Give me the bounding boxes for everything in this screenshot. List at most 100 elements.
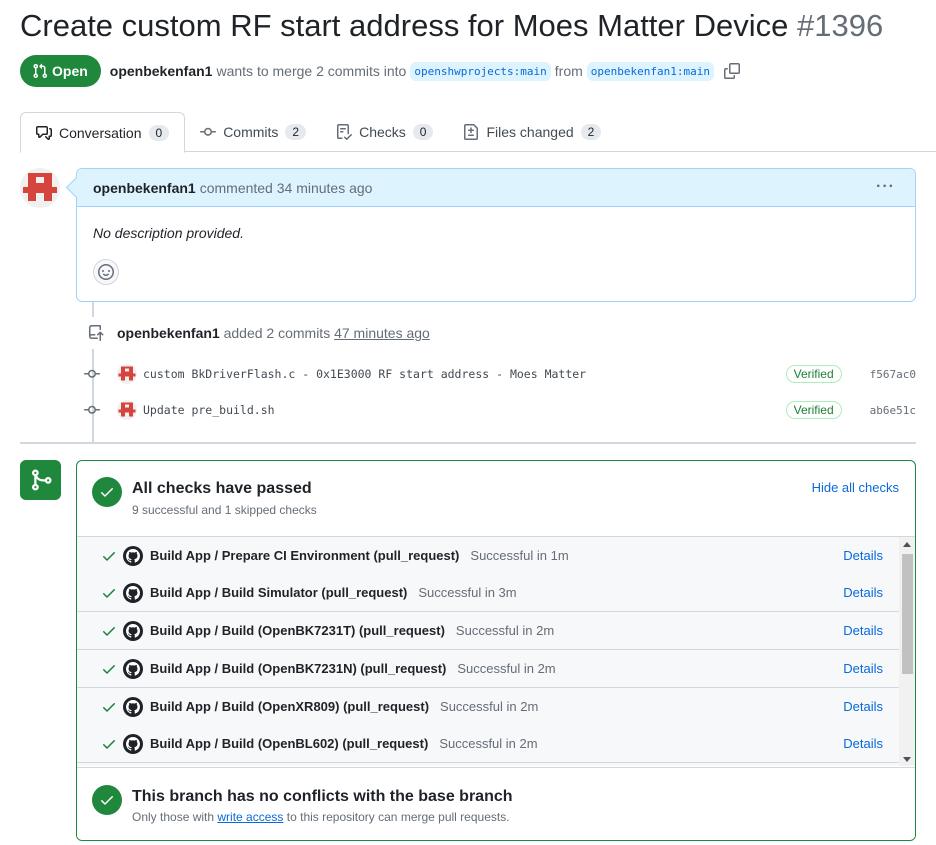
git-commit-icon <box>80 402 104 418</box>
pr-state-row: Open openbekenfan1 wants to merge 2 comm… <box>20 55 741 87</box>
tab-counter: 2 <box>580 124 602 140</box>
git-commit-icon <box>80 366 104 382</box>
commit-message[interactable]: Update pre_build.sh <box>143 403 786 417</box>
event-text: openbekenfan1 added 2 commits 47 minutes… <box>117 325 430 341</box>
commits-event: openbekenfan1 added 2 commits 47 minutes… <box>80 317 430 349</box>
kebab-horizontal-icon[interactable]: ··· <box>876 178 895 196</box>
add-reaction-button[interactable] <box>93 259 119 285</box>
tab-label: Conversation <box>59 124 142 141</box>
tab-counter: 0 <box>148 124 170 141</box>
scroll-down-icon[interactable] <box>903 757 911 762</box>
no-conflicts-section: This branch has no conflicts with the ba… <box>77 767 915 840</box>
check-icon <box>101 623 117 639</box>
base-branch[interactable]: openshwprojects:main <box>410 61 551 81</box>
avatar[interactable] <box>117 400 137 420</box>
check-icon <box>101 585 117 601</box>
conflict-sub-text-2: to this repository can merge pull reques… <box>286 810 510 824</box>
comment-box: openbekenfan1 commented 34 minutes ago ·… <box>76 168 916 302</box>
check-details-link[interactable]: Details <box>843 623 883 638</box>
state-badge: Open <box>20 55 101 87</box>
check-status: Successful in 2m <box>455 623 555 638</box>
commit-row: Update pre_build.sh Verified ab6e51c <box>80 398 916 422</box>
merge-box: All checks have passed 9 successful and … <box>76 460 916 841</box>
check-icon <box>101 548 117 564</box>
scroll-up-icon[interactable] <box>903 542 911 547</box>
comment-body: No description provided. <box>93 225 244 241</box>
checks-list[interactable]: Build App / Prepare CI Environment (pull… <box>77 536 915 766</box>
check-name: Build App / Build (OpenBL602) (pull_requ… <box>150 736 429 751</box>
check-details-link[interactable]: Details <box>843 585 883 600</box>
comment-meta[interactable]: commented 34 minutes ago <box>200 180 373 196</box>
commit-sha[interactable]: ab6e51c <box>870 404 916 417</box>
tab-counter: 2 <box>285 124 307 140</box>
check-circle-icon <box>92 477 122 507</box>
tab-checks[interactable]: Checks 0 <box>321 112 448 152</box>
check-status: Successful in 3m <box>418 585 517 600</box>
check-row: Build App / Prepare CI Environment (pull… <box>77 537 899 575</box>
repo-push-icon <box>80 317 112 349</box>
conflict-title: This branch has no conflicts with the ba… <box>132 788 513 805</box>
check-status: Successful in 2m <box>440 699 539 714</box>
github-actions-icon <box>123 696 143 717</box>
check-name: Build App / Build Simulator (pull_reques… <box>150 585 408 600</box>
tab-label: Checks <box>359 124 406 140</box>
git-commit-icon <box>200 127 217 136</box>
tab-commits[interactable]: Commits 2 <box>185 112 321 152</box>
check-details-link[interactable]: Details <box>843 661 883 676</box>
checks-subtitle: 9 successful and 1 skipped checks <box>132 503 317 517</box>
copy-icon[interactable] <box>724 63 741 79</box>
check-details-link[interactable]: Details <box>843 699 883 714</box>
check-row: Build App / Build Simulator (pull_reques… <box>77 574 899 612</box>
checks-title: All checks have passed <box>132 480 312 497</box>
check-details-link[interactable]: Details <box>843 736 883 751</box>
checks-scrollbar[interactable] <box>899 537 915 766</box>
github-actions-icon <box>123 620 143 641</box>
check-row: Build App / Build (OpenBK7231N) (pull_re… <box>77 650 899 688</box>
comment-discussion-icon <box>36 125 52 140</box>
tab-files-changed[interactable]: Files changed 2 <box>448 112 616 152</box>
write-access-link[interactable]: write access <box>217 810 283 824</box>
comment-author[interactable]: openbekenfan1 <box>93 180 196 196</box>
github-actions-icon <box>123 582 143 603</box>
check-icon <box>101 736 117 752</box>
timeline-divider <box>20 442 916 444</box>
git-merge-icon <box>20 460 61 500</box>
tab-label: Files changed <box>486 124 574 140</box>
head-branch[interactable]: openbekenfan1:main <box>586 61 715 81</box>
event-action: added 2 commits <box>223 325 331 341</box>
avatar[interactable] <box>20 168 60 208</box>
commit-sha[interactable]: f567ac0 <box>870 368 916 381</box>
pr-author-link[interactable]: openbekenfan1 <box>110 63 213 79</box>
commit-message[interactable]: custom BkDriverFlash.c - 0x1E3000 RF sta… <box>143 367 786 381</box>
avatar[interactable] <box>117 364 137 384</box>
event-time[interactable]: 47 minutes ago <box>334 325 430 341</box>
conflict-subtitle: Only those with write access to this rep… <box>132 810 510 824</box>
check-name: Build App / Build (OpenBK7231N) (pull_re… <box>150 661 447 676</box>
check-name: Build App / Build (OpenXR809) (pull_requ… <box>150 699 430 714</box>
verified-badge[interactable]: Verified <box>785 401 842 419</box>
check-name: Build App / Prepare CI Environment (pull… <box>150 548 460 563</box>
github-actions-icon <box>123 733 143 754</box>
smiley-icon <box>98 264 114 280</box>
check-row: Build App / Build (OpenBK7231T) (pull_re… <box>77 612 899 650</box>
pr-merge-text: wants to merge 2 commits into <box>216 63 407 79</box>
verified-badge[interactable]: Verified <box>785 365 842 383</box>
check-circle-icon <box>92 785 122 815</box>
pr-title: Create custom RF start address for Moes … <box>20 8 883 44</box>
check-icon <box>101 661 117 677</box>
tab-conversation[interactable]: Conversation 0 <box>20 112 186 153</box>
tab-counter: 0 <box>412 124 434 140</box>
pr-title-text: Create custom RF start address for Moes … <box>20 8 789 43</box>
scrollbar-thumb[interactable] <box>902 554 913 674</box>
tab-label: Commits <box>223 124 279 140</box>
hide-all-checks-link[interactable]: Hide all checks <box>812 480 899 495</box>
conflict-sub-text: Only those with <box>132 810 215 824</box>
check-details-link[interactable]: Details <box>843 548 883 563</box>
commit-row: custom BkDriverFlash.c - 0x1E3000 RF sta… <box>80 362 916 386</box>
check-status: Successful in 2m <box>457 661 556 676</box>
event-author[interactable]: openbekenfan1 <box>117 325 220 341</box>
check-name: Build App / Build (OpenBK7231T) (pull_re… <box>150 623 445 638</box>
comment-header: openbekenfan1 commented 34 minutes ago ·… <box>77 169 915 207</box>
check-status: Successful in 1m <box>470 548 569 563</box>
pr-number: #1396 <box>796 8 884 43</box>
